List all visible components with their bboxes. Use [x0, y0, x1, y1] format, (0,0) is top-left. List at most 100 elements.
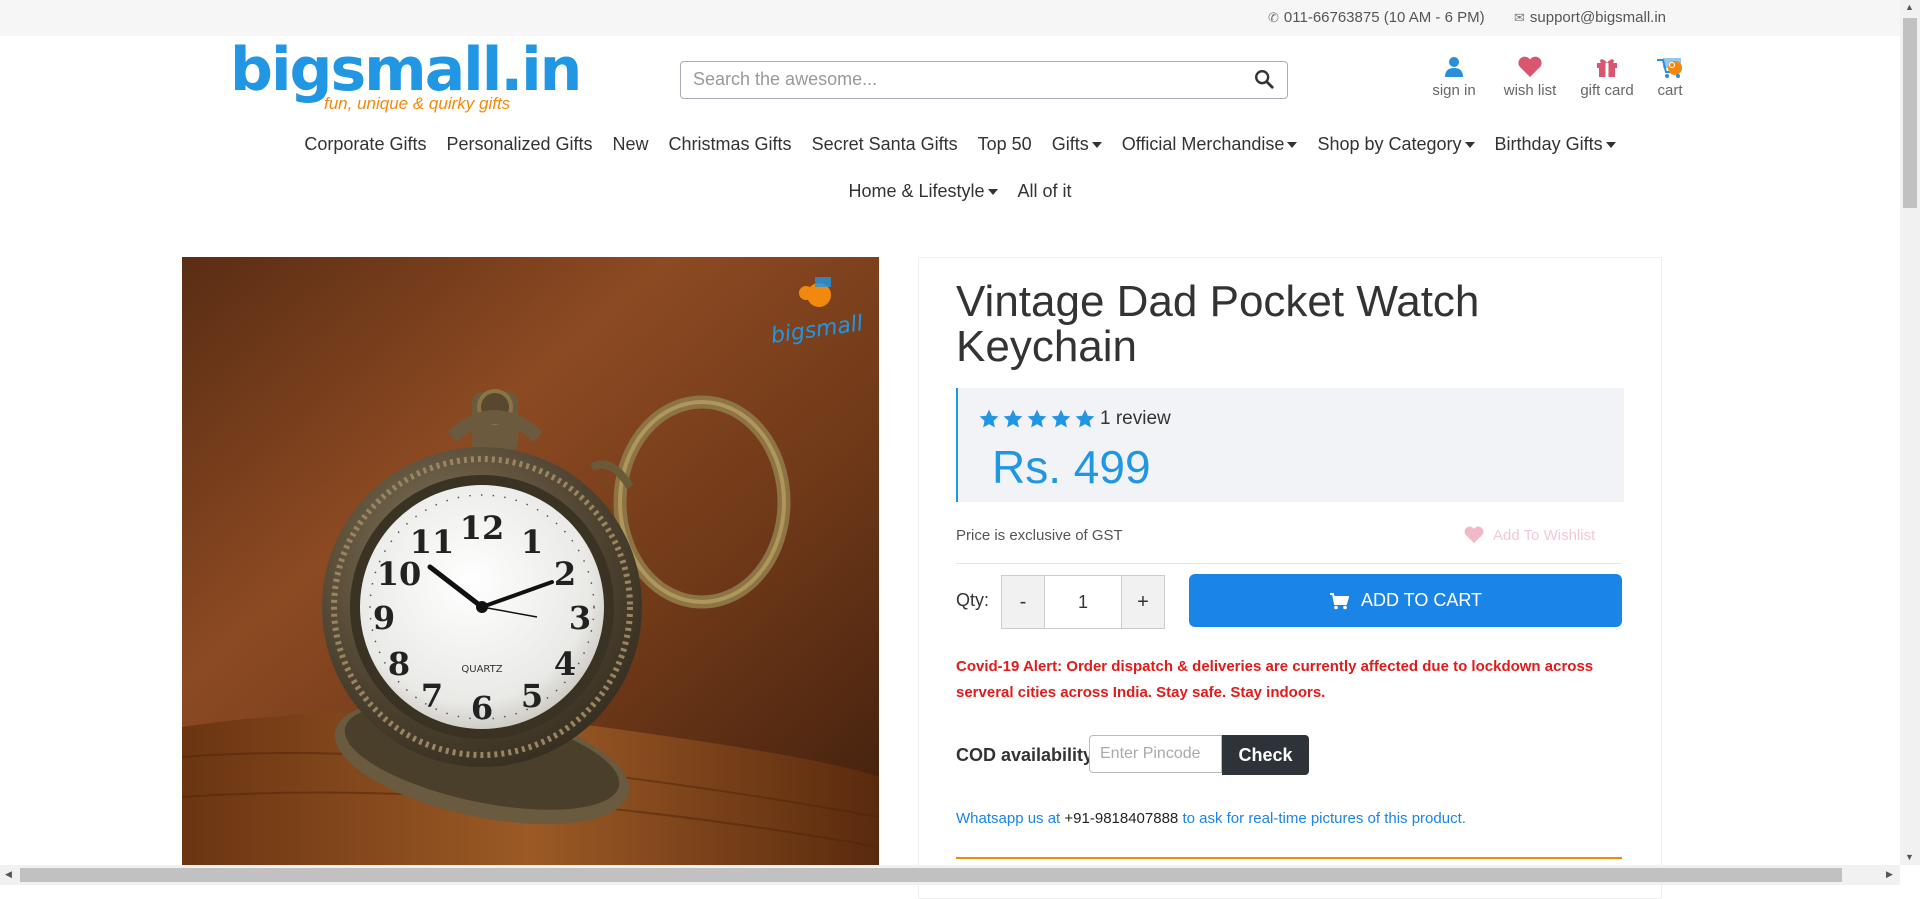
support-phone[interactable]: ✆ 011-66763875 (10 AM - 6 PM) — [1268, 9, 1485, 26]
nav-item-label: Personalized Gifts — [446, 134, 593, 154]
logo-tagline: fun, unique & quirky gifts — [324, 94, 511, 113]
add-to-cart-label: ADD TO CART — [1360, 590, 1483, 610]
svg-text:8: 8 — [388, 645, 410, 683]
star-icon — [1027, 409, 1047, 428]
support-email[interactable]: ✉ support@bigsmall.in — [1514, 9, 1666, 26]
nav-item-label: Corporate Gifts — [304, 134, 427, 154]
review-count[interactable]: 1 review — [1100, 408, 1171, 430]
nav-item-secret-santa-gifts[interactable]: Secret Santa Gifts — [812, 134, 958, 155]
gift-card-link[interactable]: gift card — [1574, 52, 1640, 99]
qty-increase-button[interactable]: + — [1122, 576, 1164, 628]
gift-icon — [1597, 59, 1617, 77]
site-logo[interactable]: bigsmall.in fun, unique & quirky gifts — [230, 35, 582, 113]
horizontal-scroll-thumb[interactable] — [20, 868, 1842, 882]
caret-down-icon — [1287, 142, 1298, 149]
nav-item-label: Home & Lifestyle — [848, 181, 985, 201]
cart-icon — [1329, 592, 1349, 609]
cart-link[interactable]: cart — [1650, 52, 1690, 99]
section-divider — [956, 857, 1622, 859]
covid-alert: Covid-19 Alert: Order dispatch & deliver… — [956, 658, 1594, 701]
svg-text:11: 11 — [410, 523, 455, 561]
main-nav-row-2: Home & Lifestyle All of it — [0, 181, 1920, 202]
nav-item-personalized-gifts[interactable]: Personalized Gifts — [446, 134, 592, 155]
nav-item-new[interactable]: New — [613, 134, 649, 155]
vertical-scroll-thumb[interactable] — [1903, 18, 1917, 208]
svg-text:3: 3 — [569, 599, 591, 637]
svg-text:5: 5 — [521, 677, 543, 715]
nav-item-gifts[interactable]: Gifts — [1052, 134, 1102, 155]
svg-text:12: 12 — [460, 509, 505, 547]
product-image[interactable]: 12 1 2 3 4 5 6 7 8 9 10 11 QUARTZ bigsma… — [182, 257, 879, 865]
nav-item-label: Official Merchandise — [1121, 134, 1285, 154]
wish-list-label: wish list — [1503, 82, 1557, 99]
support-phone-text: 011-66763875 (10 AM - 6 PM) — [1283, 9, 1485, 26]
whatsapp-note: Whatsapp us at +91-9818407888 to ask for… — [956, 810, 1466, 827]
qty-decrease-button[interactable]: - — [1002, 576, 1044, 628]
scroll-left-arrow-icon[interactable]: ◀ — [5, 869, 12, 880]
wish-list-link[interactable]: wish list — [1492, 52, 1568, 99]
star-icon — [1051, 409, 1071, 428]
nav-item-christmas-gifts[interactable]: Christmas Gifts — [669, 134, 792, 155]
header-actions: sign in wish list gift card cart — [1426, 52, 1690, 99]
logo-brand: bigsmall.in — [230, 35, 582, 105]
support-email-text: support@bigsmall.in — [1529, 9, 1667, 26]
gift-card-label: gift card — [1580, 82, 1634, 99]
product-title: Vintage Dad Pocket Watch Keychain — [956, 277, 1480, 371]
add-to-wishlist-button[interactable]: Add To Wishlist — [1463, 526, 1595, 544]
dial-brand-text: QUARTZ — [461, 664, 502, 675]
nav-item-label: New — [612, 134, 649, 154]
whatsapp-prefix: Whatsapp us at — [956, 810, 1061, 827]
scroll-right-arrow-icon[interactable]: ▶ — [1886, 869, 1893, 880]
main-nav-row-1: Corporate Gifts Personalized Gifts New Chri… — [0, 134, 1920, 155]
nav-item-official-merchandise[interactable]: Official Merchandise — [1122, 134, 1298, 155]
star-icon — [1003, 409, 1023, 428]
star-icon — [979, 409, 999, 428]
add-to-wishlist-label: Add To Wishlist — [1493, 526, 1596, 544]
price-box: 1 review Rs. 499 — [956, 388, 1624, 502]
search-box — [680, 61, 1288, 99]
svg-text:7: 7 — [421, 677, 443, 715]
nav-item-home-lifestyle[interactable]: Home & Lifestyle — [848, 181, 998, 202]
scroll-down-arrow-icon[interactable]: ▼ — [1905, 852, 1914, 862]
nav-item-top-50[interactable]: Top 50 — [978, 134, 1032, 155]
heart-icon — [1464, 526, 1484, 544]
nav-item-label: Birthday Gifts — [1494, 134, 1603, 154]
caret-down-icon — [1605, 142, 1616, 149]
add-to-cart-button[interactable]: ADD TO CART — [1189, 574, 1622, 627]
vertical-scrollbar[interactable]: ▲ ▼ — [1900, 0, 1920, 865]
envelope-icon: ✉ — [1514, 10, 1525, 25]
gst-note: Price is exclusive of GST — [956, 527, 1123, 544]
qty-input[interactable]: 1 — [1044, 576, 1122, 628]
nav-item-label: Gifts — [1051, 134, 1089, 154]
nav-item-label: Shop by Category — [1317, 134, 1462, 154]
search-icon[interactable] — [1253, 68, 1275, 90]
heart-icon — [1518, 56, 1542, 77]
svg-text:9: 9 — [373, 599, 395, 637]
qty-label: Qty: — [956, 590, 990, 610]
nav-item-all-of-it[interactable]: All of it — [1018, 181, 1072, 202]
cart-label: cart — [1657, 82, 1683, 99]
nav-item-birthday-gifts[interactable]: Birthday Gifts — [1495, 134, 1616, 155]
nav-item-shop-by-category[interactable]: Shop by Category — [1317, 134, 1475, 155]
divider — [956, 563, 1622, 564]
product-price: Rs. 499 — [992, 441, 1151, 493]
caret-down-icon — [1464, 142, 1475, 149]
top-info-bar: ✆ 011-66763875 (10 AM - 6 PM) ✉ support@bi… — [0, 0, 1900, 36]
sign-in-label: sign in — [1432, 82, 1476, 99]
nav-item-label: Secret Santa Gifts — [811, 134, 958, 154]
pincode-input[interactable] — [1089, 735, 1222, 773]
search-input[interactable] — [681, 62, 1245, 96]
caret-down-icon — [987, 189, 998, 196]
caret-down-icon — [1091, 142, 1102, 149]
sign-in-link[interactable]: sign in — [1426, 52, 1482, 99]
horizontal-scrollbar[interactable]: ◀ ▶ — [0, 865, 1900, 885]
svg-text:6: 6 — [471, 689, 493, 727]
pocket-watch-photo: 12 1 2 3 4 5 6 7 8 9 10 11 QUARTZ bigsma… — [182, 257, 879, 865]
quantity-stepper: - 1 + — [1001, 575, 1165, 629]
scroll-up-arrow-icon[interactable]: ▲ — [1905, 2, 1914, 12]
nav-item-corporate-gifts[interactable]: Corporate Gifts — [304, 134, 426, 155]
check-pincode-button[interactable]: Check — [1222, 735, 1309, 775]
svg-text:1: 1 — [521, 523, 543, 561]
whatsapp-number[interactable]: +91-9818407888 — [1064, 810, 1178, 827]
rating[interactable]: 1 review — [978, 408, 1171, 430]
